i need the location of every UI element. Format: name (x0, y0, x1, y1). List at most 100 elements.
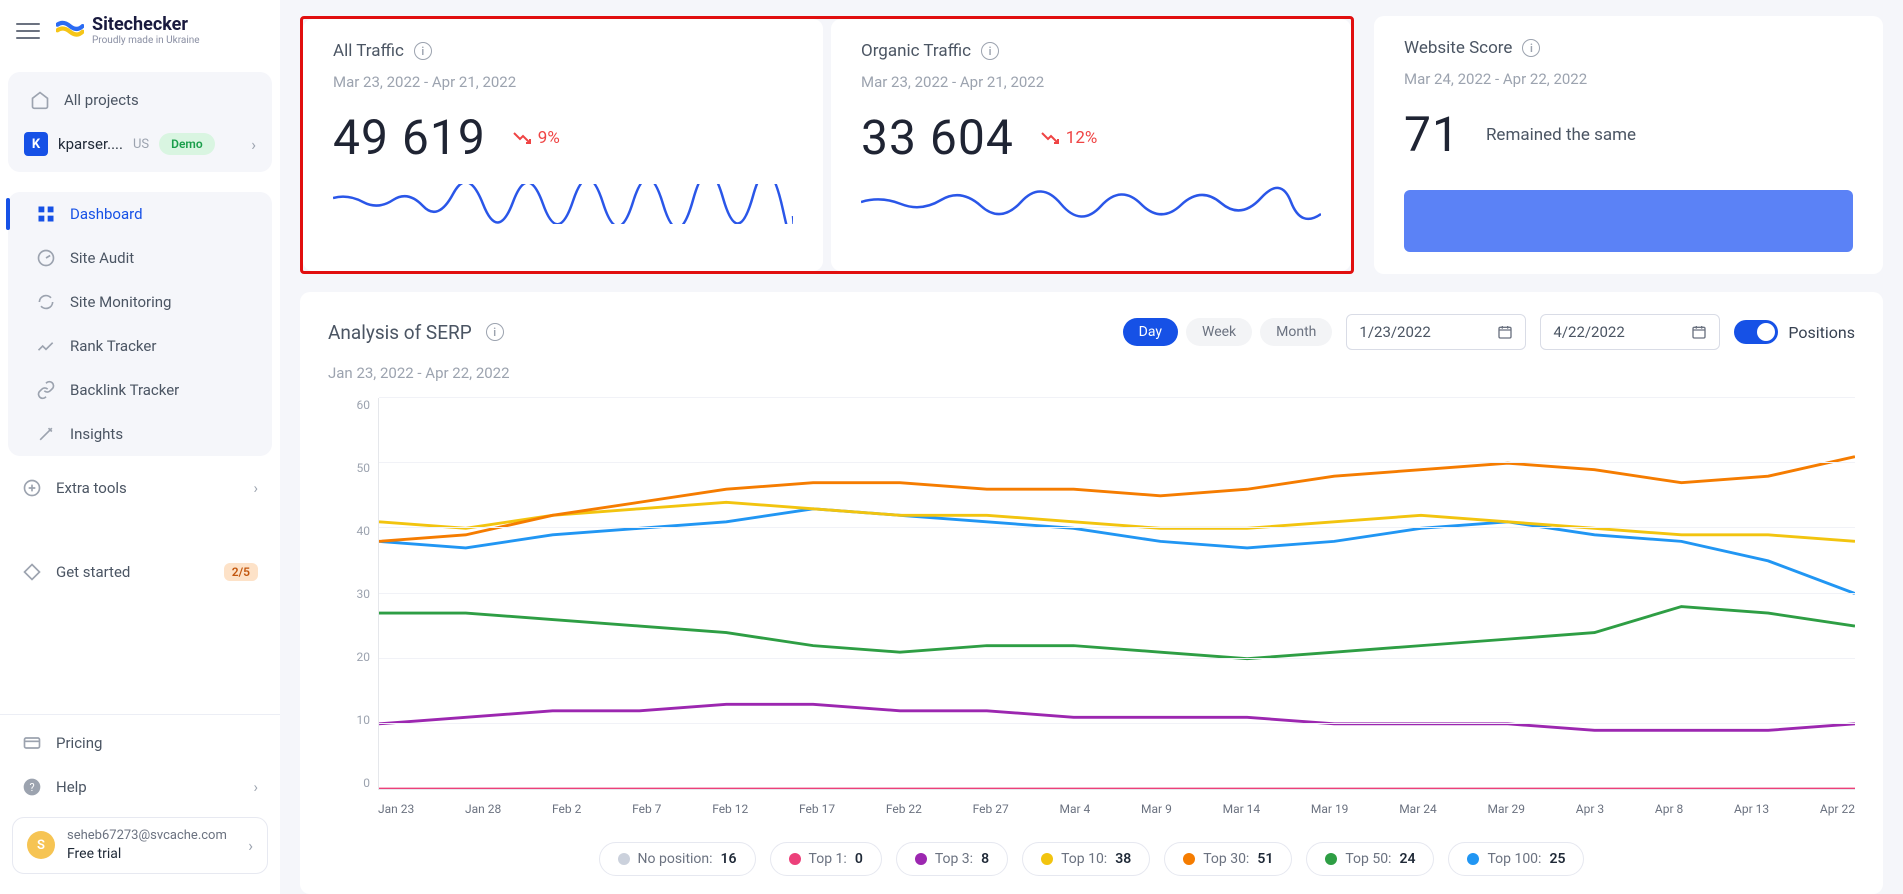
card-title: Organic Traffic (861, 41, 971, 61)
chevron-right-icon: › (251, 135, 256, 154)
serp-date-range: Jan 23, 2022 - Apr 22, 2022 (328, 364, 1855, 382)
toggle-month[interactable]: Month (1260, 318, 1332, 346)
hamburger-menu-icon[interactable] (16, 19, 40, 43)
legend-item[interactable]: Top 3: 8 (896, 842, 1008, 876)
date-range: Mar 23, 2022 - Apr 21, 2022 (333, 73, 793, 91)
user-account-card[interactable]: S seheb67273@svcache.com Free trial › (12, 817, 268, 874)
chart-lines (379, 398, 1855, 789)
user-email: seheb67273@svcache.com (67, 828, 227, 845)
sidebar-label: Insights (70, 425, 123, 443)
score-bar (1404, 190, 1853, 252)
svg-text:?: ? (29, 781, 34, 794)
user-plan: Free trial (67, 845, 227, 863)
info-icon[interactable]: i (981, 42, 999, 60)
trend-down: 9% (512, 128, 560, 148)
sidebar-label: Backlink Tracker (70, 381, 179, 399)
sidebar-item-rank-tracker[interactable]: Rank Tracker (20, 324, 260, 368)
sidebar-item-insights[interactable]: Insights (20, 412, 260, 456)
date-from-value: 1/23/2022 (1359, 323, 1430, 341)
sidebar-label: Rank Tracker (70, 337, 156, 355)
info-icon[interactable]: i (1522, 39, 1540, 57)
plus-circle-icon (22, 478, 42, 498)
all-traffic-card[interactable]: All Traffic i Mar 23, 2022 - Apr 21, 202… (303, 19, 823, 271)
highlighted-traffic-cards: All Traffic i Mar 23, 2022 - Apr 21, 202… (300, 16, 1354, 274)
toggle-week[interactable]: Week (1186, 318, 1252, 346)
date-from-input[interactable]: 1/23/2022 (1346, 314, 1526, 350)
sparkline (861, 184, 1321, 224)
sidebar-item-site-audit[interactable]: Site Audit (20, 236, 260, 280)
organic-traffic-card[interactable]: Organic Traffic i Mar 23, 2022 - Apr 21,… (831, 19, 1351, 271)
sidebar-label: Extra tools (56, 479, 127, 497)
trend-down-icon (1040, 131, 1060, 145)
legend-dot-icon (1041, 853, 1053, 865)
sidebar-label: Site Monitoring (70, 293, 171, 311)
serp-chart: 6050403020100 Jan 23Jan 28Feb 2Feb 7Feb … (328, 392, 1855, 828)
logo-icon (56, 20, 84, 42)
serp-analysis-panel: Analysis of SERP i Day Week Month 1/23/2… (300, 292, 1883, 894)
card-title: All Traffic (333, 41, 404, 61)
trend-value: 9% (538, 128, 560, 148)
positions-label: Positions (1788, 323, 1855, 342)
sidebar-item-site-monitoring[interactable]: Site Monitoring (20, 280, 260, 324)
diamond-icon (22, 562, 42, 582)
legend-item[interactable]: Top 10: 38 (1022, 842, 1150, 876)
gauge-icon (36, 248, 56, 268)
legend-item[interactable]: No position: 16 (599, 842, 756, 876)
date-range: Mar 24, 2022 - Apr 22, 2022 (1404, 70, 1853, 88)
sidebar-label: Dashboard (70, 205, 143, 223)
y-axis: 6050403020100 (328, 392, 376, 790)
sidebar-item-get-started[interactable]: Get started 2/5 (6, 550, 274, 594)
date-to-input[interactable]: 4/22/2022 (1540, 314, 1720, 350)
home-icon (30, 90, 50, 110)
brand-tagline: Proudly made in Ukraine (92, 36, 200, 46)
info-icon[interactable]: i (414, 42, 432, 60)
sidebar: Sitechecker Proudly made in Ukraine All … (0, 0, 280, 894)
logo[interactable]: Sitechecker Proudly made in Ukraine (56, 16, 200, 46)
legend-dot-icon (1467, 853, 1479, 865)
sidebar-item-backlink-tracker[interactable]: Backlink Tracker (20, 368, 260, 412)
calendar-icon (1497, 324, 1513, 340)
sidebar-item-help[interactable]: ? Help › (6, 765, 274, 809)
trend-icon (36, 336, 56, 356)
project-name: kparser.... (58, 135, 123, 153)
legend-dot-icon (618, 853, 630, 865)
toggle-day[interactable]: Day (1123, 318, 1178, 346)
panel-title: Analysis of SERP (328, 321, 472, 344)
sidebar-item-all-projects[interactable]: All projects (14, 78, 266, 122)
sidebar-project-selector[interactable]: K kparser.... US Demo › (8, 122, 272, 166)
legend-item[interactable]: Top 1: 0 (770, 842, 882, 876)
legend-item[interactable]: Top 50: 24 (1306, 842, 1434, 876)
positions-toggle[interactable] (1734, 320, 1778, 344)
sidebar-item-extra-tools[interactable]: Extra tools › (6, 466, 274, 510)
sidebar-item-pricing[interactable]: Pricing (6, 721, 274, 765)
info-icon[interactable]: i (486, 323, 504, 341)
trend-down-icon (512, 131, 532, 145)
calendar-icon (1691, 324, 1707, 340)
granularity-toggle: Day Week Month (1123, 318, 1333, 346)
sidebar-item-dashboard[interactable]: Dashboard (20, 192, 260, 236)
dashboard-icon (36, 204, 56, 224)
help-icon: ? (22, 777, 42, 797)
legend-item[interactable]: Top 100: 25 (1448, 842, 1584, 876)
link-icon (36, 380, 56, 400)
x-axis: Jan 23Jan 28Feb 2Feb 7Feb 12Feb 17Feb 22… (378, 802, 1855, 816)
chevron-right-icon: › (253, 479, 258, 497)
chevron-right-icon: › (248, 836, 253, 855)
score-status: Remained the same (1486, 125, 1636, 145)
project-initial: K (24, 132, 48, 156)
legend-dot-icon (1325, 853, 1337, 865)
metric-value: 71 (1404, 106, 1460, 163)
brand-name: Sitechecker (92, 16, 200, 34)
trend-down: 12% (1040, 128, 1098, 148)
website-score-card[interactable]: Website Score i Mar 24, 2022 - Apr 22, 2… (1374, 16, 1883, 274)
legend-item[interactable]: Top 30: 51 (1164, 842, 1292, 876)
sidebar-label: All projects (64, 91, 139, 109)
metric-value: 49 619 (333, 109, 486, 166)
trend-value: 12% (1066, 128, 1098, 148)
metric-value: 33 604 (861, 109, 1014, 166)
progress-badge: 2/5 (224, 563, 258, 581)
plot-area (378, 398, 1855, 790)
wand-icon (36, 424, 56, 444)
avatar: S (27, 831, 55, 859)
sidebar-label: Help (56, 778, 87, 796)
